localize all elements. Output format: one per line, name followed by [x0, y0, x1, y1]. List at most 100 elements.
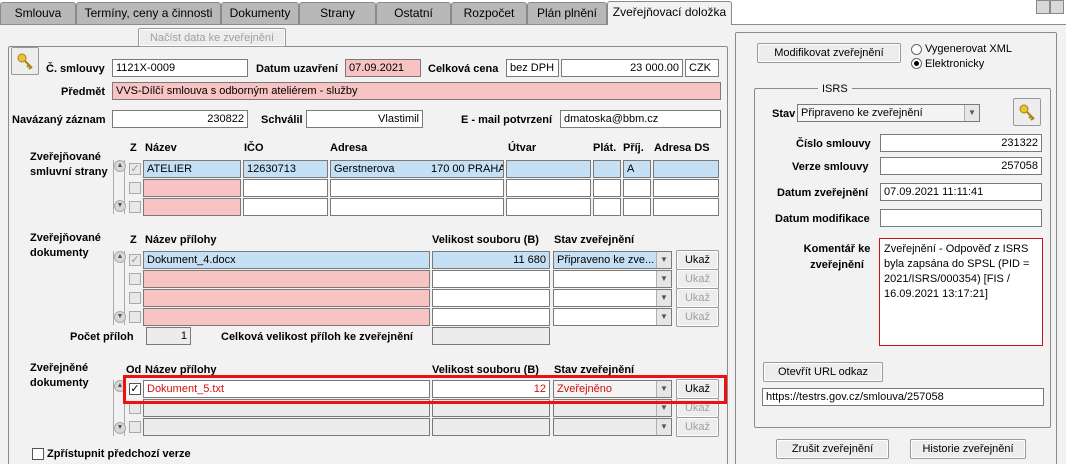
tab-rozpocet[interactable]: Rozpočet	[451, 2, 527, 24]
party-row2-ico[interactable]	[243, 179, 328, 197]
tab-dokumenty[interactable]: Dokumenty	[221, 2, 299, 24]
price-type-field[interactable]: bez DPH	[506, 59, 559, 77]
doc-row2-check[interactable]	[129, 273, 141, 285]
doc-row3-size[interactable]	[432, 289, 550, 307]
price-field[interactable]: 23 000.00	[561, 59, 683, 77]
scroll-down-icon[interactable]: ▼	[114, 200, 126, 212]
isrs-comment-field[interactable]: Zveřejnění - Odpověď z ISRS byla zapsána…	[879, 238, 1043, 346]
tab-strany[interactable]: Strany	[299, 2, 376, 24]
scroll-down-icon[interactable]: ▼	[114, 422, 126, 434]
party-row3-plat[interactable]	[593, 198, 621, 216]
chevron-down-icon[interactable]: ▼	[656, 290, 671, 306]
party-row3-ds[interactable]	[653, 198, 719, 216]
radio-electronic-label: Elektronicky	[925, 58, 985, 70]
doc-row3-show-button[interactable]: Ukaž	[676, 288, 719, 308]
email-field[interactable]: dmatoska@bbm.cz	[560, 110, 721, 128]
party-row1-prij[interactable]: A	[623, 160, 651, 178]
isrs-version-field[interactable]: 257058	[880, 157, 1042, 175]
pub-row3-name[interactable]	[143, 418, 430, 436]
documents-scrollbar[interactable]: ▲ ▼	[113, 251, 126, 325]
doc-row1-state[interactable]: Připraveno ke zve... ▼	[553, 251, 672, 269]
party-row3-name[interactable]	[143, 198, 241, 216]
party-row2-name[interactable]	[143, 179, 241, 197]
party-row2-plat[interactable]	[593, 179, 621, 197]
doc-row2-show-button[interactable]: Ukaž	[676, 269, 719, 289]
tab-plan-plneni[interactable]: Plán plnění	[527, 2, 607, 24]
prev-version-check[interactable]	[32, 448, 44, 460]
radio-generate-xml[interactable]	[911, 44, 922, 55]
isrs-mod-date-field[interactable]	[880, 209, 1042, 227]
party-row2-prij[interactable]	[623, 179, 651, 197]
pub-row3-state[interactable]: ▼	[553, 418, 672, 436]
party-row1-unit[interactable]	[506, 160, 591, 178]
url-field[interactable]: https://testrs.gov.cz/smlouva/257058	[762, 388, 1044, 406]
tab-smlouva[interactable]: Smlouva	[0, 2, 76, 24]
open-url-button[interactable]: Otevřít URL odkaz	[763, 362, 883, 382]
doc-row3-state[interactable]: ▼	[553, 289, 672, 307]
chevron-down-icon[interactable]: ▼	[656, 419, 671, 435]
doc-row1-show-button[interactable]: Ukaž	[676, 250, 719, 270]
pub-row3-size[interactable]	[432, 418, 550, 436]
window-left-arrow-icon[interactable]	[1036, 0, 1050, 14]
scroll-down-icon[interactable]: ▼	[114, 311, 126, 323]
party-row1-name[interactable]: ATELIER	[143, 160, 241, 178]
party-row2-unit[interactable]	[506, 179, 591, 197]
pub-row3-check[interactable]	[129, 421, 141, 433]
isrs-pub-date-field[interactable]: 07.09.2021 11:11:41	[880, 183, 1042, 201]
party-row2-address[interactable]	[330, 179, 504, 197]
doc-row2-size[interactable]	[432, 270, 550, 288]
party-row2-ds[interactable]	[653, 179, 719, 197]
chevron-down-icon[interactable]: ▼	[656, 271, 671, 287]
modify-publication-button[interactable]: Modifikovat zveřejnění	[757, 43, 901, 63]
date-field[interactable]: 07.09.2021	[345, 59, 421, 77]
pub-row3-show-button[interactable]: Ukaž	[676, 417, 719, 437]
fetch-key-button[interactable]	[11, 47, 39, 75]
party-row1-address[interactable]: Gerstnerova 170 00 PRAHA	[330, 160, 504, 178]
currency-field[interactable]: CZK	[685, 59, 719, 77]
doc-row3-name[interactable]	[143, 289, 430, 307]
doc-row2-state[interactable]: ▼	[553, 270, 672, 288]
linked-field[interactable]: 230822	[112, 110, 248, 128]
party-row3-ico[interactable]	[243, 198, 328, 216]
tab-ostatni[interactable]: Ostatní	[376, 2, 451, 24]
subject-field[interactable]: VVS-Dílčí smlouva s odborným ateliérem -…	[112, 82, 721, 100]
load-data-button[interactable]: Načíst data ke zveřejnění	[138, 28, 286, 47]
doc-row1-check[interactable]: ✓	[129, 254, 141, 266]
contract-no-field[interactable]: 1121X-0009	[112, 59, 248, 77]
party-row1-ds[interactable]	[653, 160, 719, 178]
doc-row4-size[interactable]	[432, 308, 550, 326]
isrs-contract-no-field[interactable]: 231322	[880, 134, 1042, 152]
chevron-down-icon[interactable]: ▼	[964, 105, 979, 121]
party-row1-plat[interactable]	[593, 160, 621, 178]
cancel-publication-button[interactable]: Zrušit zveřejnění	[776, 439, 889, 459]
scroll-up-icon[interactable]: ▲	[114, 251, 126, 263]
party-row3-address[interactable]	[330, 198, 504, 216]
party-row3-check[interactable]	[129, 201, 141, 213]
party-row3-prij[interactable]	[623, 198, 651, 216]
radio-electronic[interactable]	[911, 58, 922, 69]
doc-row3-check[interactable]	[129, 292, 141, 304]
doc-row4-show-button[interactable]: Ukaž	[676, 307, 719, 327]
isrs-key-button[interactable]	[1013, 98, 1041, 126]
doc-row4-state[interactable]: ▼	[553, 308, 672, 326]
party-row1-check[interactable]: ✓	[129, 163, 141, 175]
chevron-down-icon[interactable]: ▼	[656, 309, 671, 325]
tab-zverejnovaci-dolozka[interactable]: Zveřejňovací doložka	[607, 1, 732, 25]
chevron-down-icon[interactable]: ▼	[656, 252, 671, 268]
doc-row4-check[interactable]	[129, 311, 141, 323]
window-right-arrow-icon[interactable]	[1050, 0, 1064, 14]
party-row1-ico[interactable]: 12630713	[243, 160, 328, 178]
party-row3-unit[interactable]	[506, 198, 591, 216]
publication-history-button[interactable]: Historie zveřejnění	[910, 439, 1026, 459]
isrs-state-select[interactable]: Připraveno ke zveřejnění ▼	[797, 104, 980, 122]
doc-row4-name[interactable]	[143, 308, 430, 326]
tab-terminy[interactable]: Termíny, ceny a činnosti	[76, 2, 221, 24]
doc-row2-name[interactable]	[143, 270, 430, 288]
scroll-up-icon[interactable]: ▲	[114, 160, 126, 172]
contract-no-label: Č. smlouvy	[46, 63, 105, 75]
doc-row1-size[interactable]: 11 680	[432, 251, 550, 269]
approved-field[interactable]: Vlastimil	[306, 110, 423, 128]
parties-scrollbar[interactable]: ▲ ▼	[113, 160, 126, 214]
doc-row1-name[interactable]: Dokument_4.docx	[143, 251, 430, 269]
party-row2-check[interactable]	[129, 182, 141, 194]
